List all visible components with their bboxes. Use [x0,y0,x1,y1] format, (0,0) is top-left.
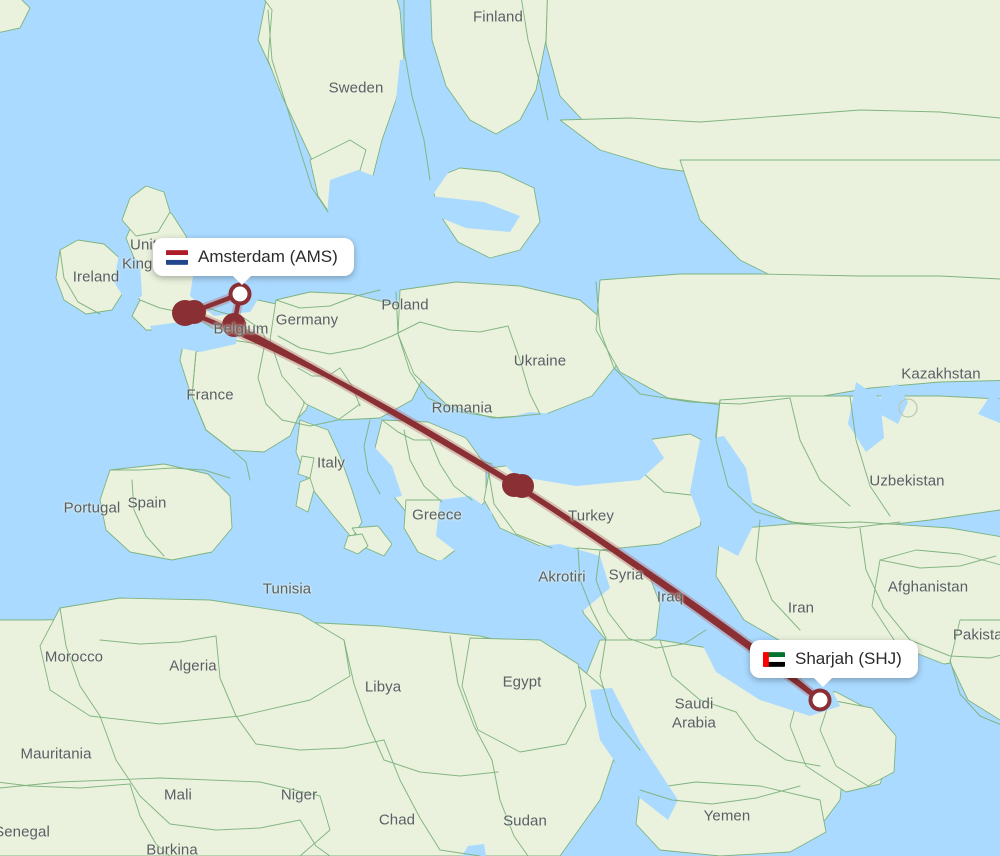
tooltip-destination-label: Sharjah (SHJ) [795,649,902,668]
waypoint-london-2 [182,300,206,324]
tooltip-destination[interactable]: Sharjah (SHJ) [750,640,918,687]
tooltip-destination-tail [812,676,834,687]
tooltip-origin[interactable]: Amsterdam (AMS) [153,238,354,285]
map-canvas [0,0,1000,856]
flight-route-map[interactable]: Finland Sweden Ireland United Kingdom Poland… [0,0,1000,856]
waypoint-istanbul-2 [510,474,534,498]
tooltip-origin-label: Amsterdam (AMS) [198,247,338,266]
waypoint-brussels [222,313,246,337]
netherlands-flag [166,249,188,265]
marker-shj-outer [808,688,832,712]
uae-flag [763,651,785,667]
land-west-africa [0,777,331,856]
marker-ams-outer [228,282,252,306]
tooltip-origin-tail [231,274,253,285]
